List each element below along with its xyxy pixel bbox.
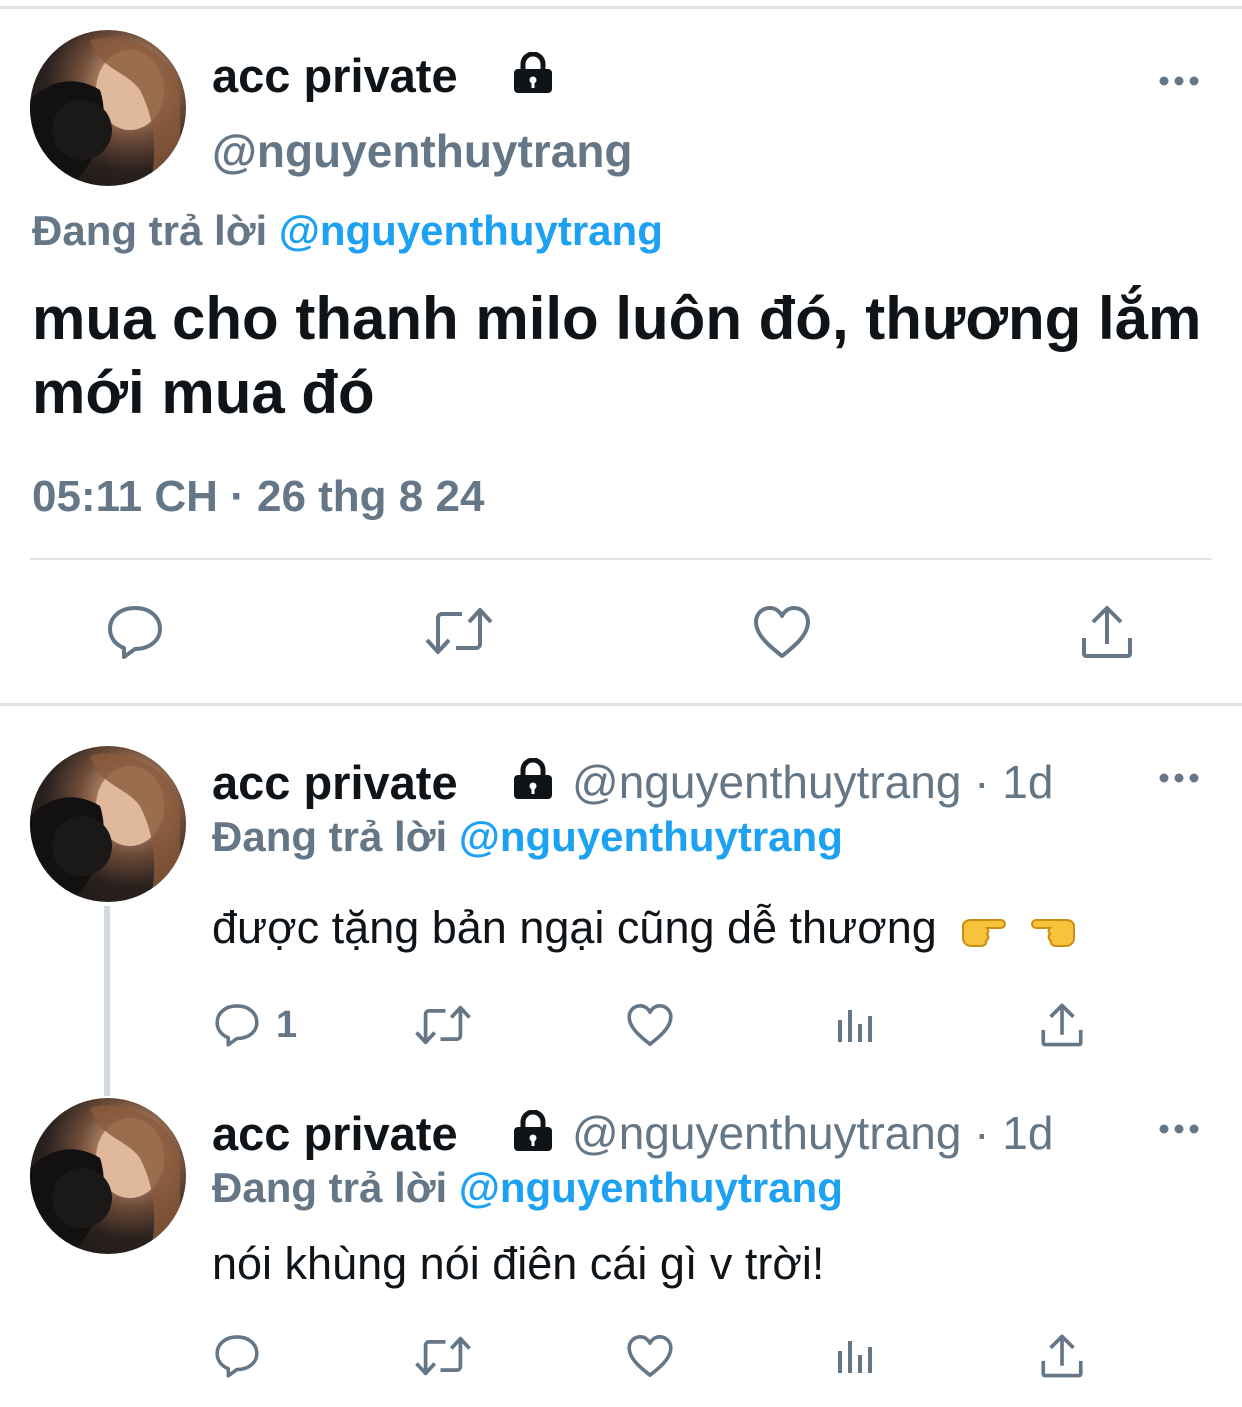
tweet-timestamp[interactable]: 05:11 CH · 26 thg 8 24 bbox=[32, 472, 484, 522]
reply-icon bbox=[108, 606, 162, 659]
retweet-icon bbox=[425, 608, 493, 654]
reply-icon bbox=[215, 1335, 259, 1378]
replying-to: Đang trả lời @nguyenthuytrang bbox=[212, 813, 843, 861]
section-divider bbox=[0, 703, 1242, 706]
analytics-button[interactable] bbox=[836, 1337, 876, 1375]
reply-button[interactable]: 1 bbox=[214, 1002, 297, 1048]
reply-count: 1 bbox=[276, 1003, 298, 1046]
like-button[interactable] bbox=[626, 1002, 674, 1048]
reply-button[interactable] bbox=[106, 604, 164, 660]
avatar[interactable] bbox=[30, 1098, 186, 1254]
replying-mention-link[interactable]: @nguyenthuytrang bbox=[459, 1164, 843, 1211]
replying-prefix: Đang trả lời bbox=[32, 207, 268, 254]
like-button[interactable] bbox=[626, 1333, 674, 1379]
replying-mention-link[interactable]: @nguyenthuytrang bbox=[459, 813, 843, 860]
share-button[interactable] bbox=[1080, 604, 1134, 660]
share-button[interactable] bbox=[1040, 1333, 1084, 1379]
handle[interactable]: @nguyenthuytrang bbox=[212, 124, 633, 178]
analytics-icon bbox=[838, 1010, 872, 1042]
more-options-icon[interactable] bbox=[1158, 771, 1200, 785]
more-options-icon[interactable] bbox=[1158, 1122, 1200, 1136]
analytics-icon bbox=[838, 1341, 872, 1373]
retweet-icon bbox=[415, 1005, 471, 1045]
like-icon bbox=[627, 1004, 673, 1046]
reply-button[interactable] bbox=[214, 1333, 260, 1379]
lock-icon bbox=[514, 52, 552, 93]
top-divider bbox=[0, 6, 1242, 9]
reply-text-row: được tặng bản ngại cũng dễ thương bbox=[212, 902, 1078, 954]
replying-prefix: Đang trả lời bbox=[212, 1164, 448, 1211]
like-icon bbox=[754, 606, 810, 658]
share-icon bbox=[1041, 1003, 1083, 1047]
replying-mention-link[interactable]: @nguyenthuytrang bbox=[279, 207, 663, 254]
tweet-text: mua cho thanh milo luôn đó, thương lắm m… bbox=[32, 285, 1202, 426]
share-icon bbox=[1041, 1334, 1083, 1378]
reply-text: nói khùng nói điên cái gì v trời! bbox=[212, 1238, 825, 1289]
display-name[interactable]: acc private bbox=[212, 1106, 458, 1161]
replying-prefix: Đang trả lời bbox=[212, 813, 448, 860]
finger-pointing-left-icon bbox=[1030, 919, 1075, 948]
like-icon bbox=[627, 1335, 673, 1377]
replying-to: Đang trả lời @nguyenthuytrang bbox=[32, 207, 663, 255]
retweet-button[interactable] bbox=[414, 1004, 472, 1046]
replying-to: Đang trả lời @nguyenthuytrang bbox=[212, 1164, 843, 1212]
handle-and-time[interactable]: @nguyenthuytrang · 1d bbox=[572, 1106, 1053, 1160]
reply-icon bbox=[215, 1004, 259, 1047]
avatar[interactable] bbox=[30, 746, 186, 902]
retweet-button[interactable] bbox=[414, 1335, 472, 1377]
lock-icon bbox=[514, 1110, 552, 1151]
retweet-button[interactable] bbox=[424, 606, 494, 656]
thread-connector bbox=[104, 906, 110, 1096]
like-button[interactable] bbox=[752, 604, 812, 660]
analytics-button[interactable] bbox=[836, 1006, 876, 1044]
display-name[interactable]: acc private bbox=[212, 755, 458, 810]
more-options-icon[interactable] bbox=[1158, 74, 1200, 88]
avatar[interactable] bbox=[30, 30, 186, 186]
finger-pointing-right-icon bbox=[962, 919, 1007, 948]
share-button[interactable] bbox=[1040, 1002, 1084, 1048]
lock-icon bbox=[514, 758, 552, 799]
handle-and-time[interactable]: @nguyenthuytrang · 1d bbox=[572, 755, 1053, 809]
retweet-icon bbox=[415, 1336, 471, 1376]
reply-text: được tặng bản ngại cũng dễ thương bbox=[212, 902, 937, 953]
display-name[interactable]: acc private bbox=[212, 48, 458, 103]
share-icon bbox=[1082, 606, 1132, 658]
stats-divider bbox=[30, 558, 1212, 560]
